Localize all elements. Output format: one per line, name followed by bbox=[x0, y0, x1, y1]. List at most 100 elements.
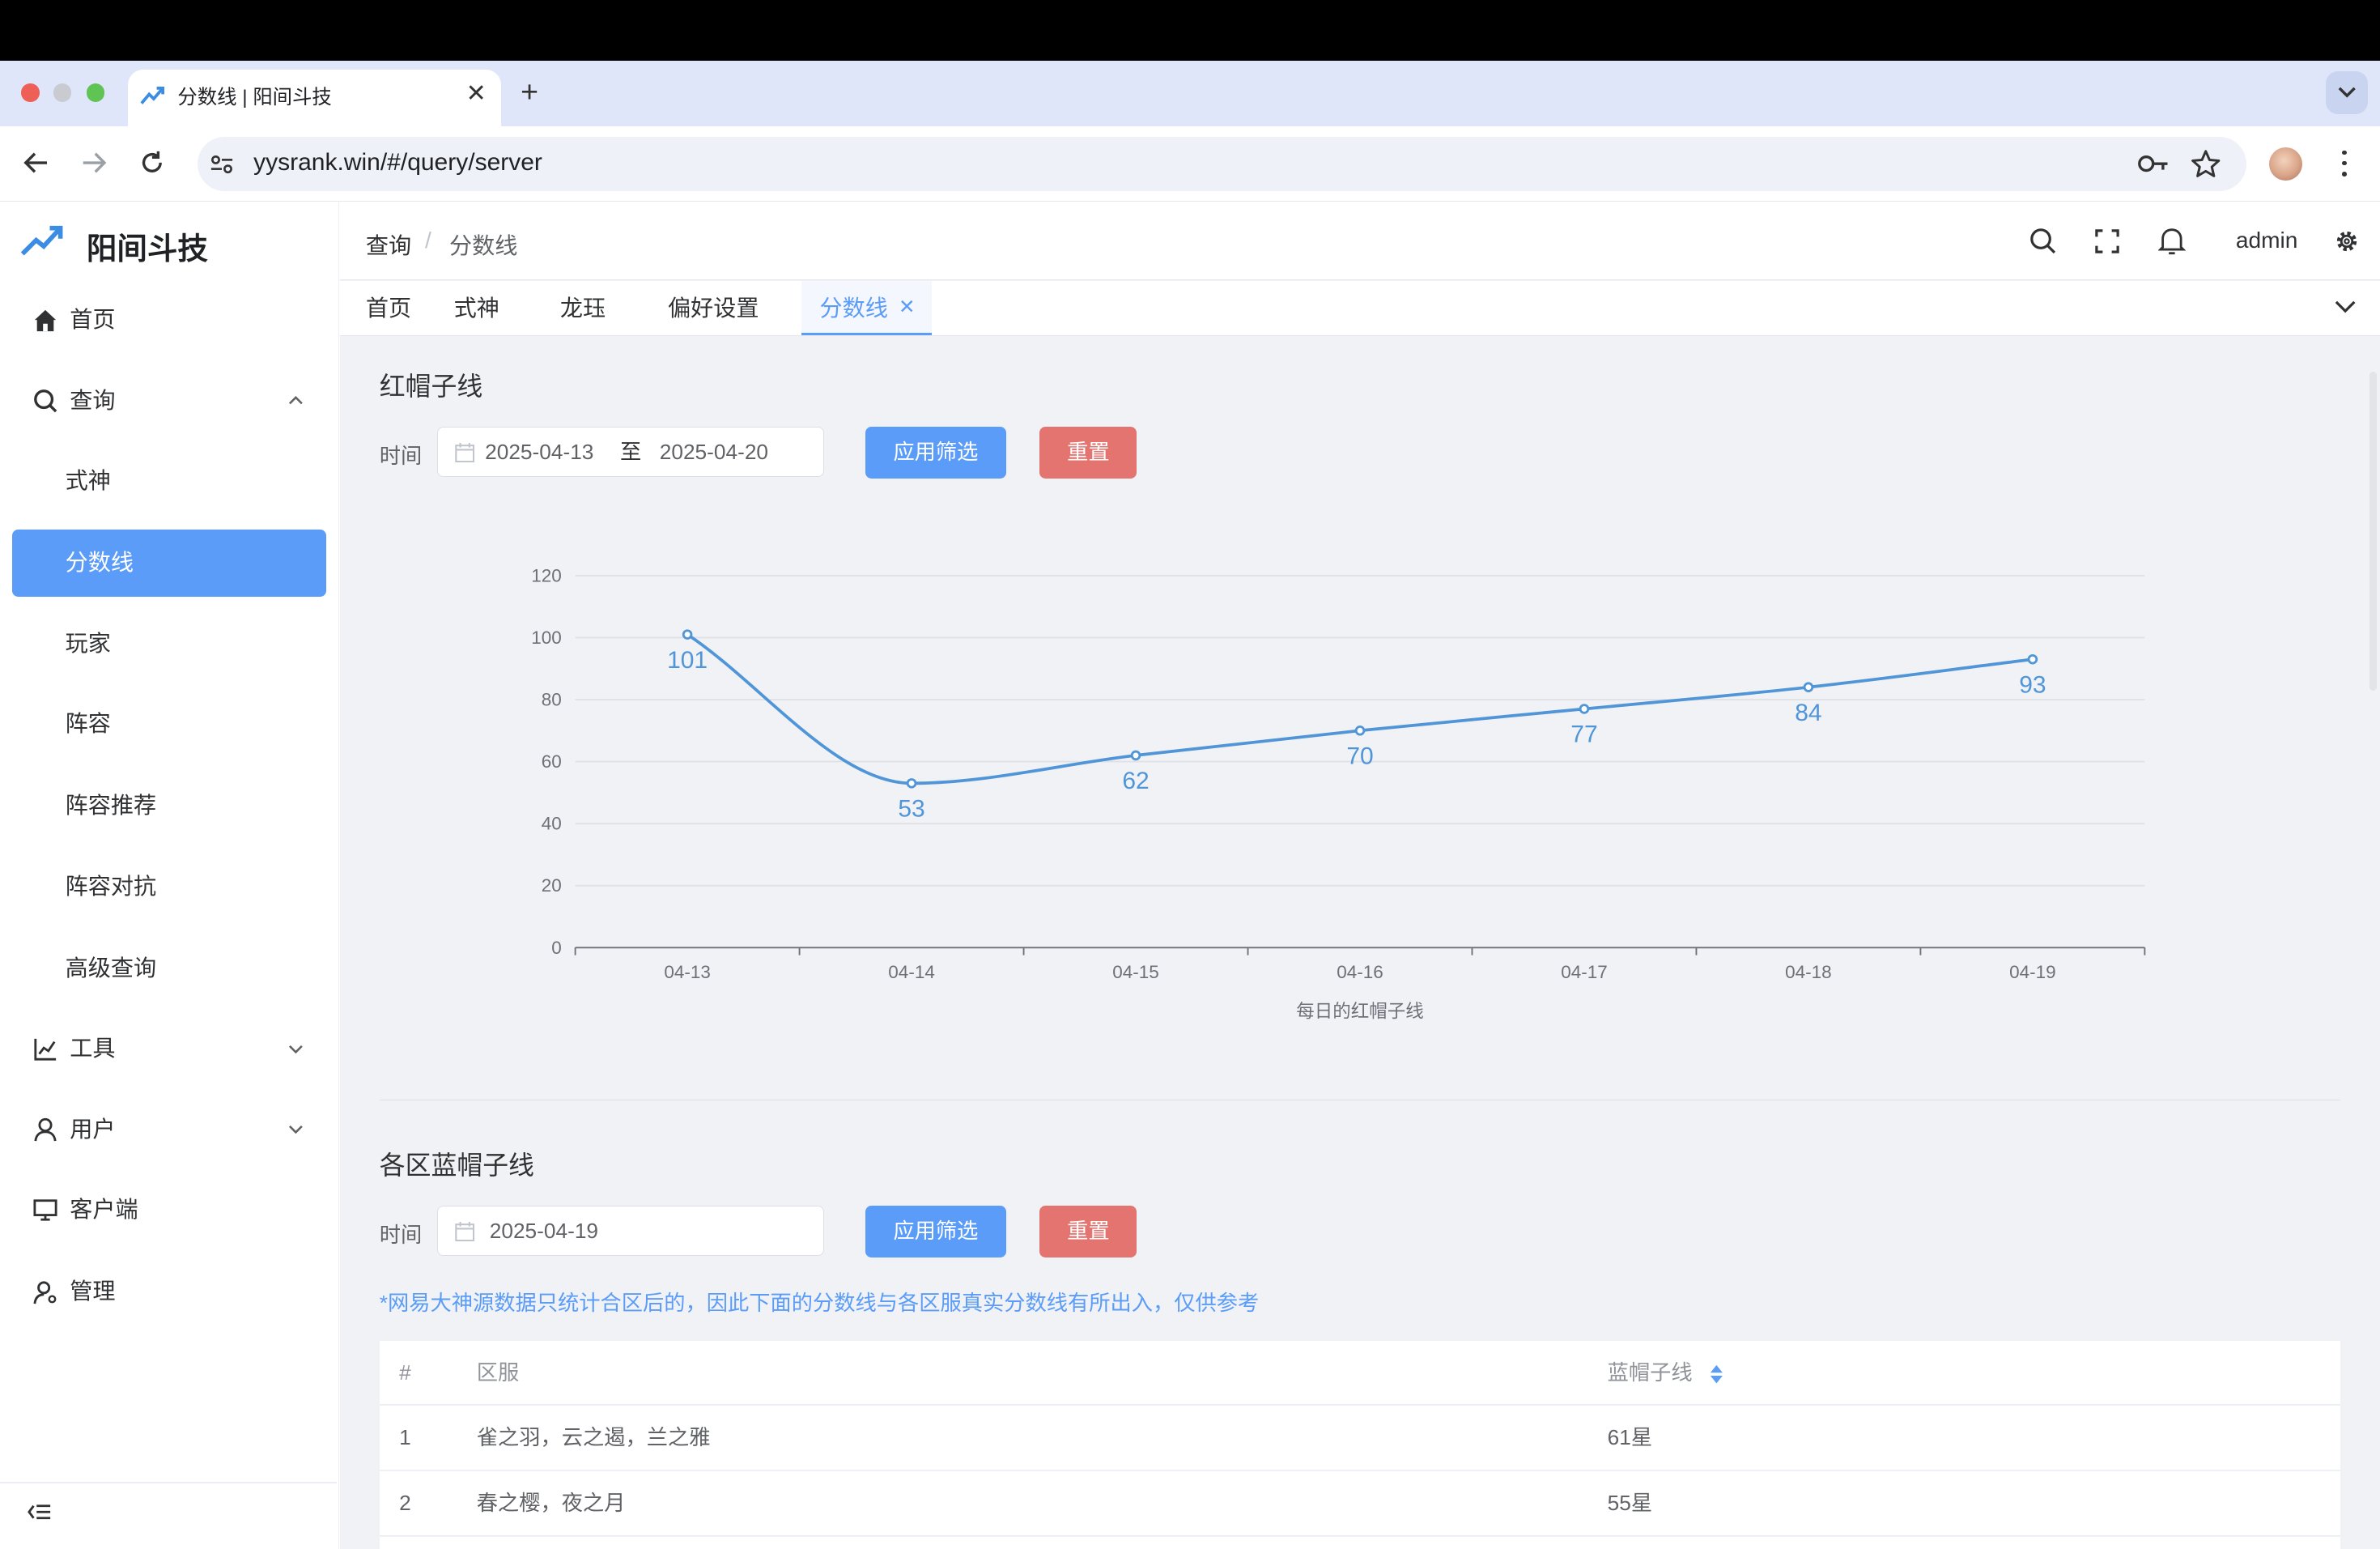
end-date-input[interactable]: 2025-04-20 bbox=[660, 428, 768, 476]
date-picker[interactable]: 2025-04-19 bbox=[437, 1205, 825, 1256]
apply-filter-button[interactable]: 应用筛选 bbox=[865, 426, 1007, 479]
y-tick-label: 80 bbox=[542, 689, 562, 709]
data-label: 70 bbox=[1346, 743, 1373, 769]
close-tag-icon[interactable]: ✕ bbox=[899, 295, 915, 319]
search-icon[interactable] bbox=[2029, 228, 2057, 255]
sidebar-divider bbox=[0, 1482, 338, 1483]
sidebar-item-user[interactable]: 用户 bbox=[12, 1096, 326, 1164]
browser-tab-title: 分数线 | 阳间斗技 bbox=[177, 87, 332, 109]
sidebar-item-label: 分数线 bbox=[65, 550, 134, 576]
sidebar-item-admin[interactable]: 管理 bbox=[12, 1258, 326, 1326]
chevron-down-icon bbox=[289, 1045, 304, 1054]
sidebar-item-player[interactable]: 玩家 bbox=[12, 611, 326, 678]
window-close-dot[interactable] bbox=[21, 83, 40, 102]
data-source-note: *网易大神源数据只统计合区后的，因此下面的分数线与各区服真实分数线有所出入，仅供… bbox=[379, 1291, 1260, 1316]
sidebar-item-label: 首页 bbox=[70, 307, 116, 333]
browser-tab[interactable]: 分数线 | 阳间斗技 ✕ bbox=[127, 70, 501, 126]
window-zoom-dot[interactable] bbox=[86, 83, 105, 102]
data-point bbox=[2027, 653, 2038, 665]
sidebar-item-home[interactable]: 首页 bbox=[12, 287, 326, 354]
cell-server: 春之樱，夜之月 bbox=[476, 1490, 626, 1515]
scrollbar-thumb[interactable] bbox=[2369, 372, 2378, 692]
back-arrow-icon[interactable] bbox=[23, 151, 50, 175]
start-date-input[interactable]: 2025-04-13 bbox=[485, 428, 593, 476]
site-settings-icon[interactable] bbox=[210, 152, 234, 177]
sidebar-item-label: 阵容推荐 bbox=[65, 793, 157, 819]
sidebar-item-label: 工具 bbox=[70, 1036, 116, 1062]
forward-arrow-icon[interactable] bbox=[80, 151, 108, 175]
reload-icon[interactable] bbox=[138, 149, 166, 177]
data-label: 77 bbox=[1570, 721, 1597, 747]
reset-button[interactable]: 重置 bbox=[1039, 426, 1137, 479]
close-tab-icon[interactable]: ✕ bbox=[466, 79, 487, 108]
tag-longjue[interactable]: 龙珏 bbox=[560, 281, 606, 336]
data-point bbox=[906, 777, 917, 789]
user-icon bbox=[34, 1117, 57, 1142]
data-point bbox=[1803, 682, 1814, 692]
date-input[interactable]: 2025-04-19 bbox=[490, 1206, 598, 1255]
tag-preferences[interactable]: 偏好设置 bbox=[668, 281, 759, 336]
data-point bbox=[1130, 750, 1141, 760]
sort-icon[interactable] bbox=[1709, 1364, 1724, 1385]
range-separator: 至 bbox=[620, 439, 642, 464]
breadcrumb-query[interactable]: 查询 bbox=[366, 228, 411, 261]
browser-menu-icon[interactable] bbox=[2342, 150, 2347, 177]
sidebar-item-advanced-query[interactable]: 高级查询 bbox=[12, 935, 326, 1002]
chevron-down-icon bbox=[289, 1126, 304, 1134]
y-tick-label: 100 bbox=[531, 628, 562, 648]
bookmark-star-icon[interactable] bbox=[2191, 149, 2221, 180]
data-label: 62 bbox=[1122, 768, 1149, 794]
collapse-menu-icon[interactable] bbox=[27, 1503, 52, 1521]
tag-score-line-active[interactable]: 分数线 ✕ bbox=[801, 280, 933, 336]
x-tick-label: 04-16 bbox=[1337, 962, 1383, 982]
sidebar-item-query[interactable]: 查询 bbox=[12, 368, 326, 435]
window-minimize-dot[interactable] bbox=[53, 83, 72, 102]
sidebar-item-client[interactable]: 客户端 bbox=[12, 1177, 326, 1244]
gear-icon[interactable] bbox=[2335, 229, 2359, 253]
x-tick-label: 04-18 bbox=[1785, 962, 1832, 982]
bell-icon[interactable] bbox=[2158, 226, 2186, 257]
y-tick-label: 20 bbox=[542, 875, 562, 896]
x-tick-label: 04-17 bbox=[1561, 962, 1608, 982]
sidebar-item-label: 高级查询 bbox=[65, 955, 157, 981]
admin-user-icon bbox=[33, 1281, 57, 1304]
y-tick-label: 60 bbox=[542, 751, 562, 772]
x-tick-label: 04-13 bbox=[664, 962, 711, 982]
column-header-blue-line[interactable]: 蓝帽子线 bbox=[1608, 1341, 1693, 1405]
address-bar[interactable]: yysrank.win/#/query/server bbox=[197, 136, 2246, 192]
tag-shikigami[interactable]: 式神 bbox=[454, 281, 499, 336]
date-range-picker[interactable]: 2025-04-13 至 2025-04-20 bbox=[437, 426, 825, 477]
logo-trend-icon bbox=[21, 225, 63, 256]
new-tab-button[interactable]: + bbox=[521, 74, 538, 109]
sidebar-item-score-line[interactable]: 分数线 bbox=[12, 530, 327, 597]
sidebar: 阳间斗技 首页 查询 式神 分数线 玩家 阵容 阵容推荐 阵容对抗 高级查询 工… bbox=[0, 202, 340, 1549]
chart-line-icon bbox=[34, 1038, 57, 1061]
user-name[interactable]: admin bbox=[2236, 228, 2298, 253]
sidebar-item-lineup-versus[interactable]: 阵容对抗 bbox=[12, 853, 326, 921]
section-title-blue: 各区蓝帽子线 bbox=[379, 1150, 534, 1180]
sidebar-item-label: 玩家 bbox=[65, 630, 111, 656]
x-tick-label: 04-15 bbox=[1112, 962, 1159, 982]
y-tick-label: 0 bbox=[551, 938, 562, 958]
sidebar-item-lineup-recommend[interactable]: 阵容推荐 bbox=[12, 772, 326, 840]
reset-button[interactable]: 重置 bbox=[1039, 1205, 1137, 1257]
key-icon[interactable] bbox=[2137, 153, 2170, 174]
sidebar-item-label: 阵容对抗 bbox=[65, 873, 157, 899]
sidebar-item-tools[interactable]: 工具 bbox=[12, 1015, 326, 1083]
fullscreen-icon[interactable] bbox=[2094, 229, 2119, 253]
time-label: 时间 bbox=[379, 443, 423, 468]
home-icon bbox=[35, 309, 57, 331]
chevron-down-icon[interactable] bbox=[2335, 300, 2356, 314]
sidebar-item-lineup[interactable]: 阵容 bbox=[12, 691, 326, 758]
table-row: 2 春之樱，夜之月 55星 bbox=[379, 1470, 2341, 1536]
tab-search-button[interactable] bbox=[2325, 71, 2368, 114]
data-point bbox=[682, 629, 693, 640]
apply-filter-button[interactable]: 应用筛选 bbox=[865, 1205, 1007, 1257]
sidebar-item-shikigami[interactable]: 式神 bbox=[12, 448, 326, 515]
tag-home[interactable]: 首页 bbox=[366, 281, 411, 336]
section-title-red: 红帽子线 bbox=[379, 371, 483, 401]
chevron-down-icon bbox=[2338, 87, 2356, 98]
cell-index: 1 bbox=[399, 1425, 411, 1450]
sidebar-item-label: 查询 bbox=[70, 387, 116, 413]
data-point bbox=[1579, 703, 1590, 714]
